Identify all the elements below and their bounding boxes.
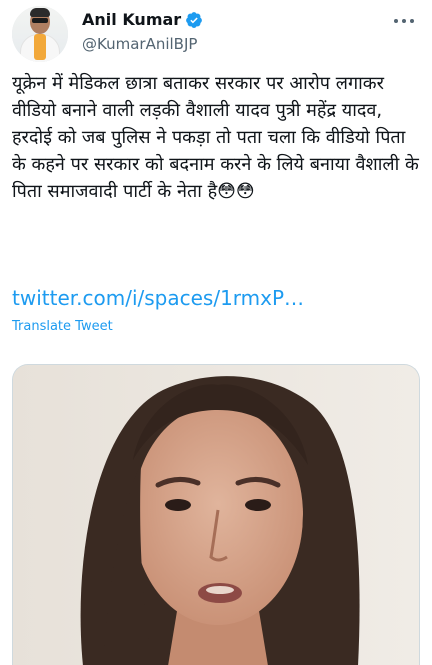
avatar-scarf [34,34,46,60]
tweet-link[interactable]: twitter.com/i/spaces/1rmxP… [12,284,422,312]
video-still-image [13,365,419,665]
avatar[interactable] [12,6,68,62]
tweet-card: Anil Kumar @KumarAnilBJP यूक्रेन में मेड… [0,0,432,665]
author-names: Anil Kumar @KumarAnilBJP [82,6,203,54]
dot [394,19,398,23]
tweet-header: Anil Kumar @KumarAnilBJP [12,6,420,62]
translate-tweet-button[interactable]: Translate Tweet [12,318,113,336]
name-row: Anil Kumar [82,10,203,30]
dot [410,19,414,23]
handle[interactable]: @KumarAnilBJP [82,34,203,54]
dot [402,19,406,23]
verified-badge-icon [186,12,203,28]
avatar-glasses [32,18,48,23]
more-options-icon[interactable] [394,12,414,30]
display-name[interactable]: Anil Kumar [82,10,181,30]
media-thumbnail[interactable] [12,364,420,665]
tweet-text: यूक्रेन में मेडिकल छात्रा बताकर सरकार पर… [12,73,425,202]
avatar-hair [30,8,50,17]
